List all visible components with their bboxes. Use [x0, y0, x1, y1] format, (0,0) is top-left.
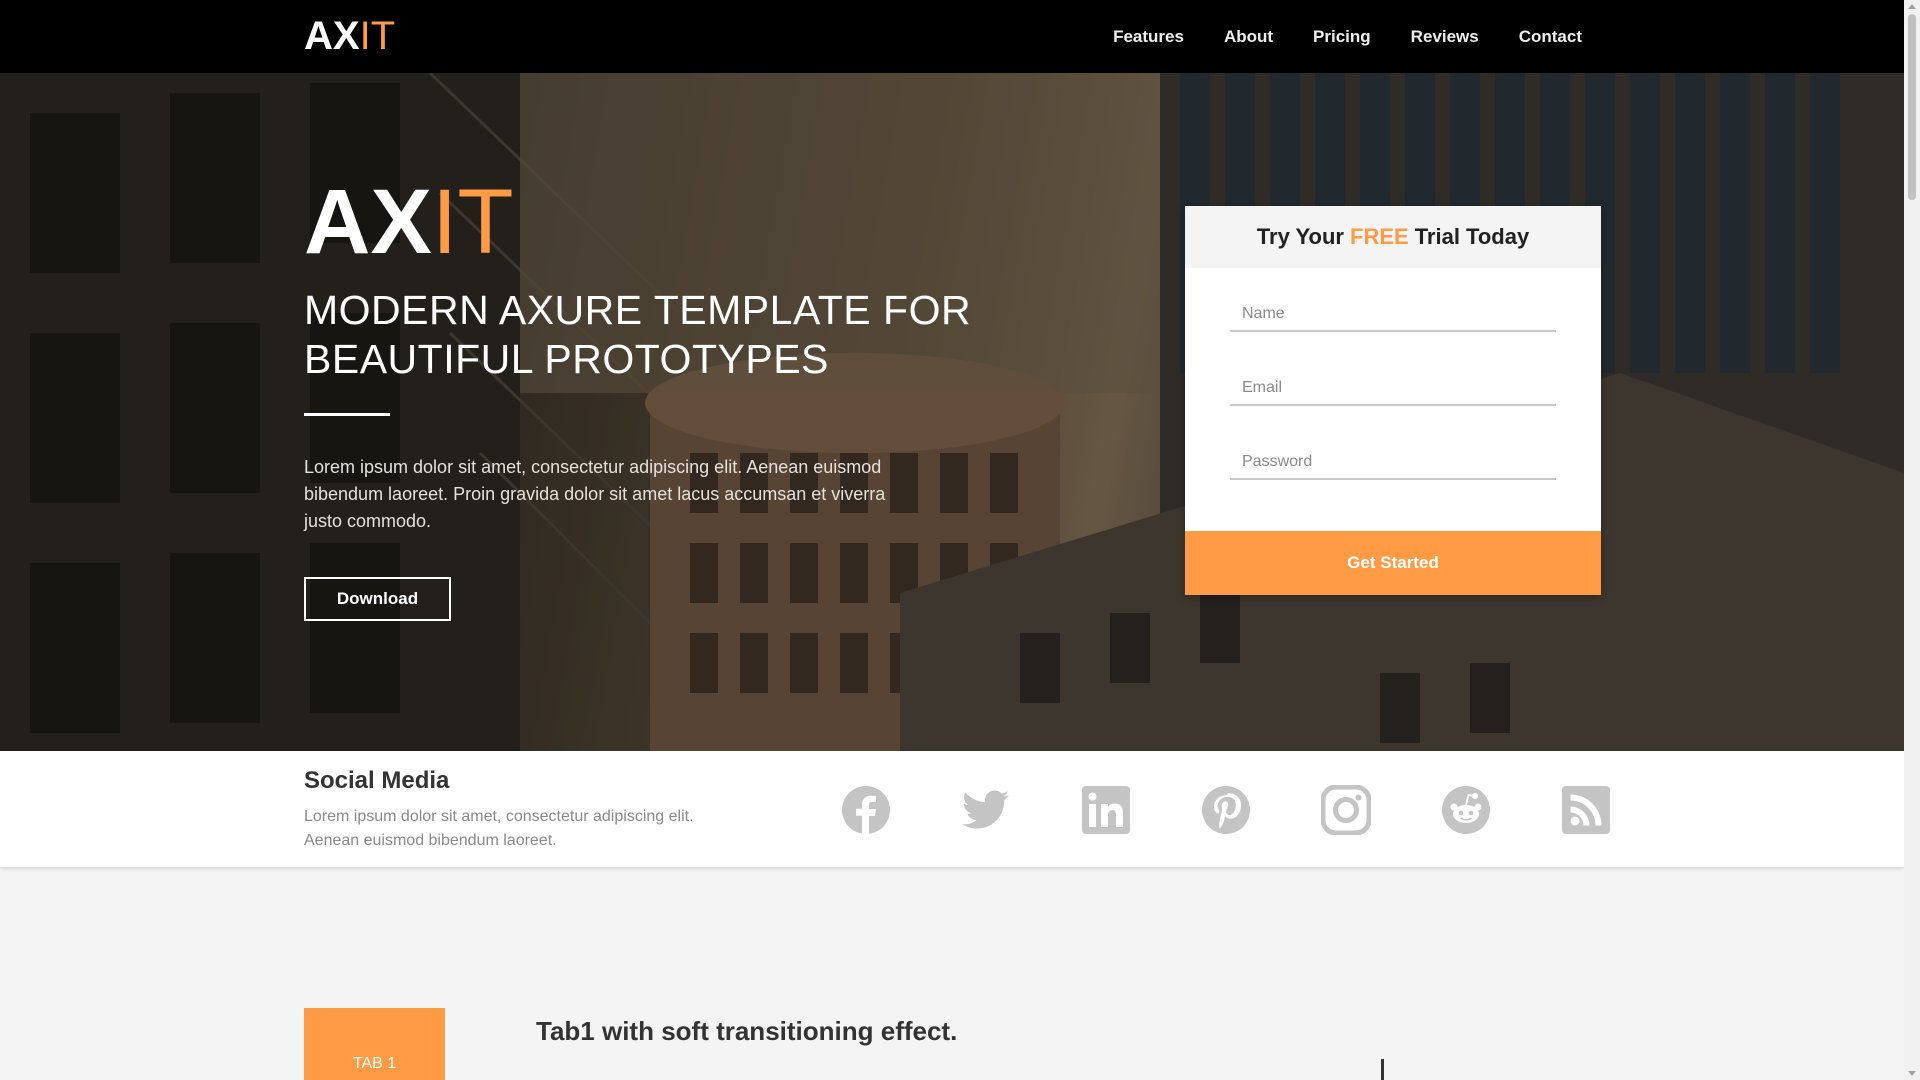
- nav-link-reviews[interactable]: Reviews: [1411, 27, 1479, 47]
- hero-description: Lorem ipsum dolor sit amet, consectetur …: [304, 457, 886, 531]
- download-button[interactable]: Download: [304, 577, 451, 621]
- tab-content-mark: [1381, 1059, 1384, 1080]
- signup-heading-pre: Try Your: [1256, 224, 1344, 249]
- tab1-heading: Tab1 with soft transitioning effect.: [536, 1016, 958, 1046]
- social-title: Social Media: [304, 767, 450, 794]
- top-navbar: AXIT Features About Pricing Reviews Cont…: [0, 0, 1904, 73]
- rss-icon[interactable]: [1561, 785, 1611, 835]
- pinterest-icon[interactable]: [1201, 785, 1251, 835]
- get-started-button[interactable]: Get Started: [1185, 531, 1601, 595]
- password-field[interactable]: [1230, 446, 1556, 480]
- reddit-icon[interactable]: [1441, 785, 1491, 835]
- social-icons: [841, 785, 1681, 835]
- signup-heading-accent: FREE: [1350, 224, 1409, 249]
- facebook-icon[interactable]: [841, 785, 891, 835]
- nav-logo-accent: IT: [359, 14, 396, 58]
- linkedin-icon[interactable]: [1081, 785, 1131, 835]
- scroll-thumb[interactable]: [1908, 14, 1916, 200]
- hero-title: MODERN AXURE TEMPLATE FOR BEAUTIFUL PROT…: [304, 287, 972, 382]
- social-description: Lorem ipsum dolor sit amet, consectetur …: [304, 808, 694, 849]
- hero-logo-main: AX: [304, 171, 432, 273]
- hero-logo: AXIT: [304, 172, 514, 272]
- signup-heading-post: Trial Today: [1414, 224, 1530, 249]
- tab-1[interactable]: TAB 1: [304, 1008, 445, 1080]
- scroll-up-arrow-icon[interactable]: [1908, 4, 1916, 9]
- nav-links: Features About Pricing Reviews Contact: [1073, 0, 1582, 73]
- nav-link-pricing[interactable]: Pricing: [1313, 27, 1371, 47]
- nav-link-about[interactable]: About: [1224, 27, 1273, 47]
- scroll-down-arrow-icon[interactable]: [1908, 1071, 1916, 1076]
- hero-overlay: [0, 73, 1904, 751]
- social-media-section: Social Media Lorem ipsum dolor sit amet,…: [0, 751, 1904, 868]
- nav-logo-main: AX: [304, 14, 360, 58]
- hero-section: AXIT MODERN AXURE TEMPLATE FOR BEAUTIFUL…: [0, 73, 1904, 751]
- name-field[interactable]: [1230, 298, 1556, 332]
- twitter-icon[interactable]: [961, 785, 1011, 835]
- instagram-icon[interactable]: [1321, 785, 1371, 835]
- nav-logo[interactable]: AXIT: [304, 14, 395, 58]
- signup-card: Try Your FREE Trial Today Get Started: [1185, 206, 1601, 595]
- email-field[interactable]: [1230, 372, 1556, 406]
- hero-divider: [304, 413, 390, 416]
- signup-heading: Try Your FREE Trial Today: [1185, 206, 1601, 268]
- nav-link-contact[interactable]: Contact: [1519, 27, 1582, 47]
- hero-logo-accent: IT: [431, 171, 514, 273]
- nav-link-features[interactable]: Features: [1113, 27, 1184, 47]
- page-scrollbar[interactable]: [1904, 0, 1920, 1080]
